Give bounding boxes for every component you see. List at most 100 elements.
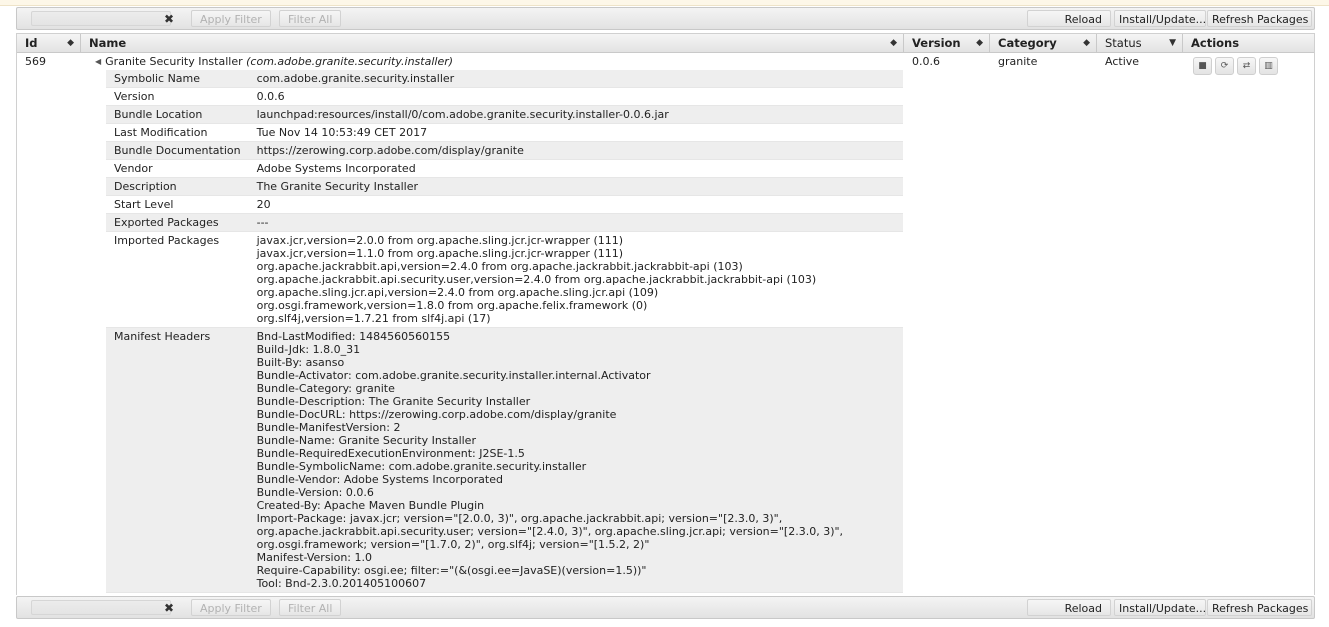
column-header-actions: Actions: [1183, 34, 1314, 53]
column-label-actions: Actions: [1191, 36, 1240, 50]
bundle-id: 569: [25, 55, 46, 68]
detail-value: https://zerowing.corp.adobe.com/display/…: [248, 141, 903, 160]
bottom-toolbar: ✖ Apply Filter Filter All Reload Install…: [16, 596, 1315, 619]
stop-icon: ■: [1198, 61, 1207, 71]
sort-icon: ◆: [976, 38, 983, 48]
detail-row: Vendor Adobe Systems Incorporated: [106, 159, 903, 178]
manifest-header: Import-Package: javax.jcr; version="[2.0…: [256, 512, 783, 525]
manifest-header: Bundle-DocURL: https://zerowing.corp.ado…: [256, 408, 617, 421]
manifest-header: Bnd-LastModified: 1484560560155: [256, 330, 451, 343]
column-header-category[interactable]: Category ◆: [990, 34, 1097, 53]
detail-row: Version 0.0.6: [106, 87, 903, 106]
detail-key: Bundle Documentation: [106, 141, 249, 160]
update-icon: ⇄: [1242, 61, 1251, 71]
filter-all-button[interactable]: Filter All: [279, 10, 342, 27]
manifest-header: Bundle-Category: granite: [256, 382, 395, 395]
column-label-version: Version: [912, 36, 961, 50]
install-update-button[interactable]: Install/Update...: [1114, 10, 1206, 27]
manifest-header: Require-Capability: osgi.ee; filter:="(&…: [256, 564, 647, 577]
imported-package: javax.jcr,version=1.1.0 from org.apache.…: [256, 247, 624, 260]
manifest-header: Bundle-Version: 0.0.6: [256, 486, 374, 499]
imported-packages-row: Imported Packages javax.jcr,version=2.0.…: [106, 231, 903, 328]
manifest-header: Bundle-Name: Granite Security Installer: [256, 434, 476, 447]
clear-filter-icon[interactable]: ✖: [163, 601, 175, 615]
bundle-version: 0.0.6: [912, 55, 940, 68]
detail-key: Exported Packages: [106, 213, 249, 232]
column-header-status[interactable]: Status ▼: [1097, 34, 1183, 53]
column-label-status: Status: [1105, 36, 1142, 50]
manifest-headers-list: Bnd-LastModified: 1484560560155 Build-Jd…: [248, 327, 903, 593]
clear-filter-icon[interactable]: ✖: [163, 12, 175, 26]
refresh-bundle-button[interactable]: ⟳: [1215, 57, 1234, 75]
sort-icon: ◆: [890, 38, 897, 48]
bundles-table: Id ◆ Name ◆ Version ◆ Category ◆ Status …: [16, 33, 1315, 595]
column-header-name[interactable]: Name ◆: [81, 34, 904, 53]
collapse-arrow-icon[interactable]: ◀: [95, 57, 101, 66]
bundle-name[interactable]: Granite Security Installer: [105, 55, 242, 68]
sort-icon: ◆: [1083, 38, 1090, 48]
detail-value: launchpad:resources/install/0/com.adobe.…: [248, 105, 903, 124]
top-border: [0, 0, 1329, 6]
manifest-header: Bundle-Vendor: Adobe Systems Incorporate…: [256, 473, 503, 486]
detail-key: Bundle Location: [106, 105, 249, 124]
detail-row: Last Modification Tue Nov 14 10:53:49 CE…: [106, 123, 903, 142]
bundle-symbolic-name: (com.adobe.granite.security.installer): [246, 55, 454, 68]
filter-input[interactable]: [31, 11, 171, 26]
detail-value: 0.0.6: [248, 87, 903, 106]
column-header-version[interactable]: Version ◆: [904, 34, 990, 53]
manifest-header: Created-By: Apache Maven Bundle Plugin: [256, 499, 485, 512]
uninstall-bundle-button[interactable]: ▥: [1259, 57, 1278, 75]
detail-value: Tue Nov 14 10:53:49 CET 2017: [248, 123, 903, 142]
stop-bundle-button[interactable]: ■: [1193, 57, 1212, 75]
imported-package: org.slf4j,version=1.7.21 from slf4j.api …: [256, 312, 491, 325]
refresh-packages-button[interactable]: Refresh Packages: [1207, 10, 1312, 27]
column-label-id: Id: [25, 36, 38, 50]
detail-value: The Granite Security Installer: [248, 177, 903, 196]
top-toolbar: ✖ Apply Filter Filter All Reload Install…: [16, 7, 1315, 30]
column-label-category: Category: [998, 36, 1057, 50]
apply-filter-button[interactable]: Apply Filter: [191, 10, 271, 27]
column-label-name: Name: [89, 36, 127, 50]
table-header: Id ◆ Name ◆ Version ◆ Category ◆ Status …: [17, 33, 1314, 53]
update-bundle-button[interactable]: ⇄: [1237, 57, 1256, 75]
detail-key: Imported Packages: [106, 231, 249, 328]
detail-row: Exported Packages ---: [106, 213, 903, 232]
imported-package: javax.jcr,version=2.0.0 from org.apache.…: [256, 234, 624, 247]
detail-value: Adobe Systems Incorporated: [248, 159, 903, 178]
imported-package: org.osgi.framework,version=1.8.0 from or…: [256, 299, 648, 312]
filter-input[interactable]: [31, 600, 171, 615]
imported-packages-list: javax.jcr,version=2.0.0 from org.apache.…: [248, 231, 903, 328]
detail-key: Vendor: [106, 159, 249, 178]
manifest-header: Bundle-Activator: com.adobe.granite.secu…: [256, 369, 651, 382]
reload-button[interactable]: Reload: [1027, 10, 1111, 27]
manifest-header: Built-By: asanso: [256, 356, 345, 369]
manifest-header: Bundle-RequiredExecutionEnvironment: J2S…: [256, 447, 525, 460]
manifest-header: Build-Jdk: 1.8.0_31: [256, 343, 361, 356]
detail-row: Start Level 20: [106, 195, 903, 214]
imported-package: org.apache.jackrabbit.api,version=2.4.0 …: [256, 260, 743, 273]
manifest-header: Manifest-Version: 1.0: [256, 551, 373, 564]
manifest-header: Bundle-SymbolicName: com.adobe.granite.s…: [256, 460, 587, 473]
manifest-header: org.apache.jackrabbit.api.security.user;…: [256, 525, 844, 538]
reload-button[interactable]: Reload: [1027, 599, 1111, 616]
detail-key: Version: [106, 87, 249, 106]
detail-value: ---: [248, 213, 903, 232]
detail-row: Bundle Location launchpad:resources/inst…: [106, 105, 903, 124]
bundle-status: Active: [1105, 55, 1140, 68]
bundle-details-table: Symbolic Name com.adobe.granite.security…: [106, 70, 903, 593]
trash-icon: ▥: [1264, 61, 1273, 71]
detail-key: Last Modification: [106, 123, 249, 142]
detail-row: Bundle Documentation https://zerowing.co…: [106, 141, 903, 160]
manifest-header: Bundle-Description: The Granite Security…: [256, 395, 531, 408]
detail-key: Symbolic Name: [106, 70, 249, 88]
detail-row: Description The Granite Security Install…: [106, 177, 903, 196]
apply-filter-button[interactable]: Apply Filter: [191, 599, 271, 616]
refresh-packages-button[interactable]: Refresh Packages: [1207, 599, 1312, 616]
filter-all-button[interactable]: Filter All: [279, 599, 342, 616]
bundle-name-cell[interactable]: ◀ Granite Security Installer (com.adobe.g…: [95, 55, 453, 68]
detail-row: Symbolic Name com.adobe.granite.security…: [106, 70, 903, 88]
column-header-id[interactable]: Id ◆: [17, 34, 81, 53]
sort-desc-icon: ▼: [1169, 38, 1176, 48]
manifest-header: org.osgi.framework; version="[1.7.0, 2)"…: [256, 538, 650, 551]
install-update-button[interactable]: Install/Update...: [1114, 599, 1206, 616]
